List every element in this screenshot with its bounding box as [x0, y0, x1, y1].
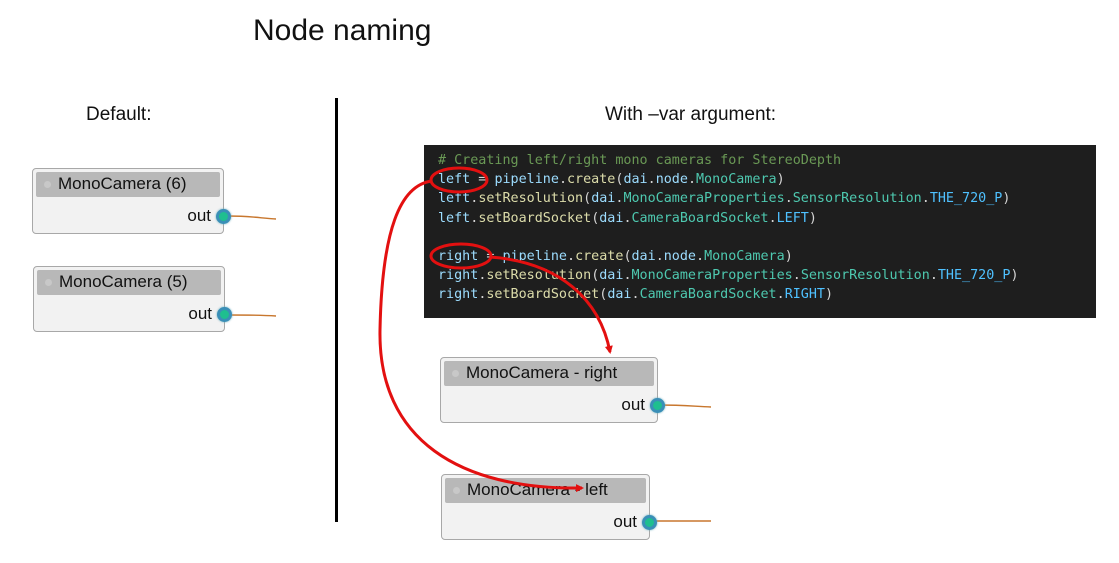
annotation-layer: [378, 166, 613, 493]
highlight-right-ellipse: [429, 242, 493, 270]
highlight-left-ellipse: [429, 166, 489, 194]
arrow-left-to-node: [378, 179, 584, 493]
arrow-right-to-node: [489, 255, 613, 354]
